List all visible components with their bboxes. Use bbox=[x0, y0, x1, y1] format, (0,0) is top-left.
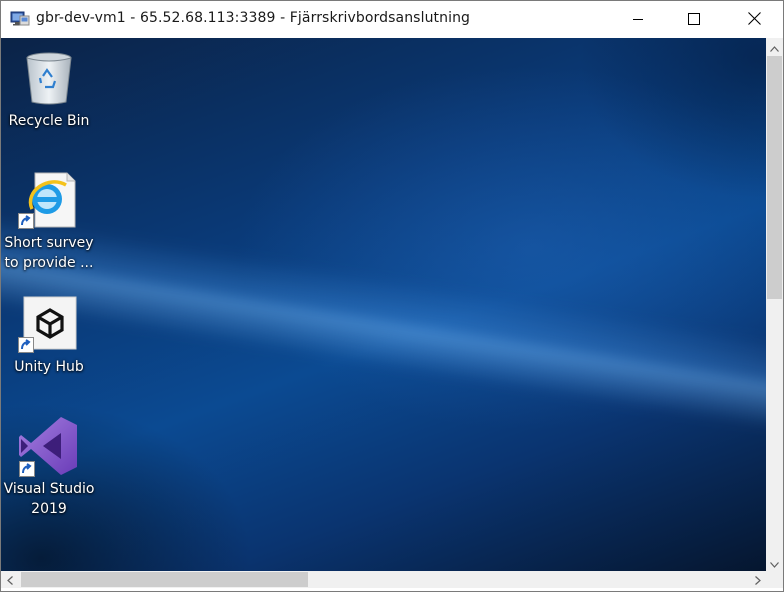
scroll-left-button[interactable] bbox=[1, 571, 18, 588]
unity-hub-icon bbox=[17, 293, 81, 355]
desktop-icon-label: Short survey bbox=[4, 235, 94, 251]
maximize-button[interactable] bbox=[671, 1, 717, 38]
window-title: gbr-dev-vm1 - 65.52.68.113:3389 - Fjärrs… bbox=[36, 10, 471, 26]
chevron-right-icon bbox=[754, 570, 761, 589]
minimize-icon bbox=[632, 10, 644, 29]
desktop-icon-label: Visual Studio bbox=[3, 481, 95, 497]
title-bar[interactable]: gbr-dev-vm1 - 65.52.68.113:3389 - Fjärrs… bbox=[1, 1, 783, 38]
desktop-icon-unity-hub[interactable]: Unity Hub bbox=[1, 293, 97, 377]
chevron-up-icon bbox=[770, 37, 779, 56]
remote-desktop-area[interactable]: Recycle Bin Short survey to provide ... bbox=[1, 38, 766, 571]
scrollbar-corner bbox=[766, 571, 783, 588]
scroll-down-button[interactable] bbox=[766, 554, 783, 571]
recycle-bin-icon bbox=[17, 47, 81, 109]
shortcut-arrow-icon bbox=[19, 461, 35, 477]
shortcut-arrow-icon bbox=[18, 213, 34, 229]
scroll-up-button[interactable] bbox=[766, 38, 783, 55]
desktop-icon-recycle-bin[interactable]: Recycle Bin bbox=[1, 47, 97, 131]
desktop-icon-visual-studio[interactable]: Visual Studio 2019 bbox=[1, 415, 97, 519]
desktop-icon-label: Recycle Bin bbox=[8, 113, 90, 129]
horizontal-scroll-thumb[interactable] bbox=[21, 572, 308, 587]
vertical-scrollbar[interactable] bbox=[766, 38, 783, 571]
minimize-button[interactable] bbox=[615, 1, 661, 38]
horizontal-scrollbar[interactable] bbox=[1, 571, 766, 588]
remote-desktop-window: gbr-dev-vm1 - 65.52.68.113:3389 - Fjärrs… bbox=[0, 0, 784, 592]
maximize-icon bbox=[688, 10, 700, 29]
scroll-right-button[interactable] bbox=[749, 571, 766, 588]
desktop-icon-label-line2: to provide ... bbox=[4, 255, 94, 271]
desktop-icon-label-line2: 2019 bbox=[31, 501, 67, 517]
shortcut-arrow-icon bbox=[18, 337, 34, 353]
chevron-left-icon bbox=[6, 570, 13, 589]
close-button[interactable] bbox=[731, 1, 777, 38]
vertical-scroll-thumb[interactable] bbox=[767, 56, 782, 299]
visual-studio-icon bbox=[17, 415, 81, 477]
desktop-icon-short-survey[interactable]: Short survey to provide ... bbox=[1, 169, 97, 273]
internet-explorer-icon bbox=[17, 169, 81, 231]
remote-desktop-icon bbox=[10, 10, 30, 28]
wallpaper-shading bbox=[1, 38, 766, 571]
close-icon bbox=[747, 10, 761, 29]
chevron-down-icon bbox=[770, 553, 779, 572]
desktop-icon-label: Unity Hub bbox=[14, 359, 84, 375]
